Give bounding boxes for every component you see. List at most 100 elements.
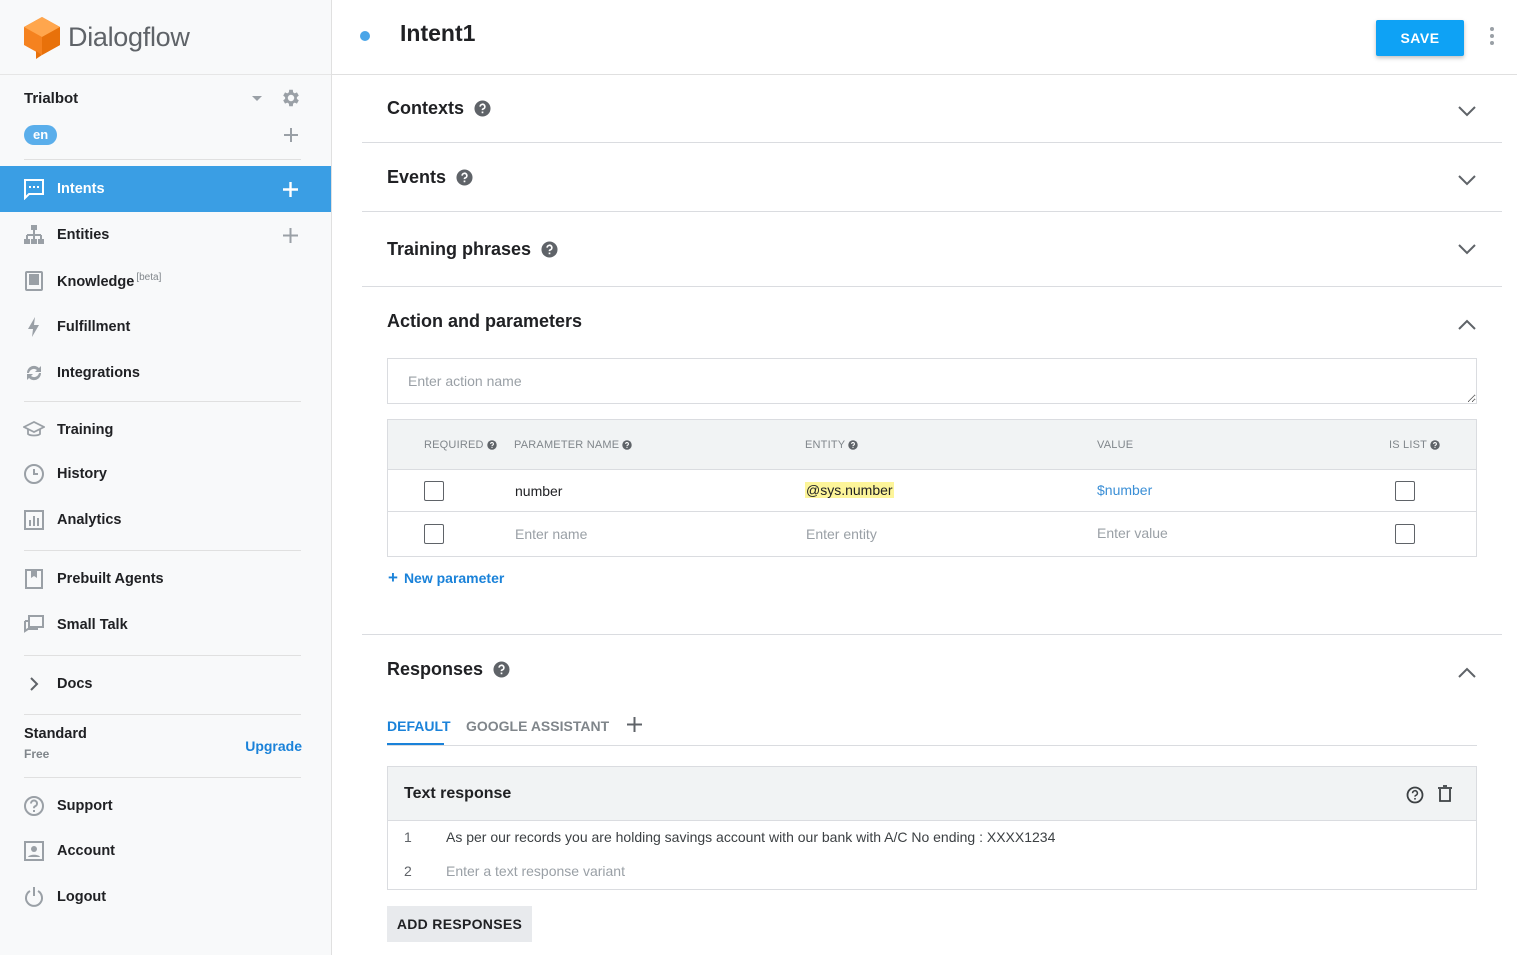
section-training-phrases[interactable]: Training phrases <box>387 236 558 262</box>
parameter-name-input[interactable]: Enter name <box>515 526 587 542</box>
tab-default[interactable]: DEFAULT <box>387 718 451 734</box>
sidebar-item-integrations[interactable]: Integrations <box>0 350 331 396</box>
help-icon[interactable] <box>493 660 510 678</box>
section-action-parameters[interactable]: Action and parameters <box>387 308 582 334</box>
add-responses-button[interactable]: ADD RESPONSES <box>387 906 532 942</box>
graduation-cap-icon <box>23 420 45 437</box>
sidebar-item-label: Prebuilt Agents <box>57 571 164 587</box>
chevron-down-icon[interactable] <box>1457 105 1477 117</box>
help-icon[interactable] <box>848 440 859 450</box>
save-button[interactable]: SAVE <box>1376 20 1464 56</box>
upgrade-link[interactable]: Upgrade <box>245 738 302 754</box>
section-title: Contexts <box>387 97 465 118</box>
section-title: Training phrases <box>387 238 532 259</box>
entity-input[interactable]: Enter entity <box>806 526 877 542</box>
column-label: ENTITY <box>805 439 846 451</box>
chat-bubble-icon <box>24 179 44 200</box>
sidebar-item-label: History <box>57 466 107 482</box>
sidebar-item-history[interactable]: History <box>0 451 331 497</box>
chevron-up-icon[interactable] <box>1457 667 1477 679</box>
chevron-up-icon[interactable] <box>1457 319 1477 331</box>
sidebar-item-label: Small Talk <box>57 617 128 633</box>
clock-icon <box>24 464 44 484</box>
text-response-title: Text response <box>404 785 512 802</box>
account-box-icon <box>24 841 44 861</box>
divider <box>24 714 301 715</box>
section-responses[interactable]: Responses <box>387 656 510 682</box>
help-icon[interactable] <box>541 240 558 258</box>
sidebar-item-training[interactable]: Training <box>0 407 331 453</box>
action-name-input[interactable] <box>387 358 1477 404</box>
value-cell[interactable]: $number <box>1097 482 1152 498</box>
column-label: IS LIST <box>1389 439 1428 451</box>
agent-name: Trialbot <box>24 89 79 107</box>
gear-icon[interactable] <box>280 87 302 109</box>
sidebar-item-intents[interactable]: Intents <box>0 166 331 212</box>
help-icon[interactable] <box>1430 440 1440 450</box>
language-chip[interactable]: en <box>24 125 58 145</box>
sidebar-item-fulfillment[interactable]: Fulfillment <box>0 304 331 350</box>
chevron-down-icon[interactable] <box>1457 174 1477 186</box>
text-response-card: Text response 1 As per our records you a… <box>387 766 1477 890</box>
entity-value: @sys.number <box>805 482 894 498</box>
sidebar-item-logout[interactable]: Logout <box>0 874 331 920</box>
add-platform-icon[interactable] <box>627 717 642 732</box>
caret-down-icon[interactable] <box>252 96 262 101</box>
section-title: Events <box>387 166 447 187</box>
text-response-header: Text response <box>388 767 1476 821</box>
question-circle-icon <box>24 796 44 816</box>
sidebar-item-label: Entities <box>57 227 110 243</box>
sidebar-item-docs[interactable]: Docs <box>0 661 331 707</box>
is-list-checkbox[interactable] <box>1395 481 1415 501</box>
response-tabs: DEFAULT GOOGLE ASSISTANT <box>387 714 1477 746</box>
required-checkbox[interactable] <box>424 481 444 501</box>
chevron-down-icon[interactable] <box>1457 243 1477 255</box>
sidebar-item-label: Logout <box>57 889 107 905</box>
active-tab-indicator <box>387 743 444 745</box>
value-input[interactable]: Enter value <box>1097 525 1168 541</box>
required-checkbox[interactable] <box>424 524 444 544</box>
section-events[interactable]: Events <box>387 164 473 190</box>
help-icon[interactable] <box>474 99 491 117</box>
sidebar-item-analytics[interactable]: Analytics <box>0 497 331 543</box>
sidebar-item-knowledge[interactable]: Knowledge [beta] <box>0 258 331 304</box>
add-intent-icon[interactable] <box>283 182 298 197</box>
divider <box>362 142 1502 143</box>
sidebar-item-prebuilt-agents[interactable]: Prebuilt Agents <box>0 556 331 602</box>
is-list-checkbox[interactable] <box>1395 524 1415 544</box>
divider <box>24 655 301 656</box>
parameter-name-cell[interactable]: number <box>515 483 562 499</box>
response-variant-input[interactable]: Enter a text response variant <box>446 863 625 879</box>
divider <box>362 286 1502 287</box>
response-index: 1 <box>404 829 412 845</box>
sidebar-item-entities[interactable]: Entities <box>0 212 331 258</box>
sidebar-item-label: Fulfillment <box>57 319 131 335</box>
sidebar-item-small-talk[interactable]: Small Talk <box>0 602 331 648</box>
add-language-icon[interactable] <box>284 128 298 142</box>
section-contexts[interactable]: Contexts <box>387 95 491 121</box>
help-icon[interactable] <box>486 440 497 450</box>
sidebar-item-account[interactable]: Account <box>0 828 331 874</box>
divider <box>24 777 301 778</box>
sidebar-item-label: Knowledge [beta] <box>57 272 161 290</box>
hierarchy-icon <box>24 225 44 244</box>
trash-icon[interactable] <box>1437 785 1453 803</box>
help-outline-icon[interactable] <box>1406 786 1424 804</box>
tab-google-assistant[interactable]: GOOGLE ASSISTANT <box>466 718 609 734</box>
add-entity-icon[interactable] <box>283 228 298 243</box>
sidebar-item-support[interactable]: Support <box>0 783 331 829</box>
help-icon[interactable] <box>456 168 473 186</box>
bookmark-box-icon <box>25 569 43 589</box>
column-label: REQUIRED <box>424 439 484 451</box>
agent-selector[interactable]: Trialbot <box>24 86 306 110</box>
intent-name[interactable]: Intent1 <box>400 20 475 47</box>
knowledge-label: Knowledge <box>57 273 135 290</box>
more-vertical-icon[interactable] <box>1488 25 1496 47</box>
column-label: PARAMETER NAME <box>514 439 620 451</box>
response-text[interactable]: As per our records you are holding savin… <box>446 829 1055 845</box>
new-parameter-button[interactable]: + New parameter <box>388 568 504 588</box>
entity-cell[interactable]: @sys.number <box>805 482 894 498</box>
dialogflow-logo-icon[interactable] <box>22 15 62 59</box>
plan-info: Standard Free Upgrade <box>24 726 304 768</box>
help-icon[interactable] <box>622 440 633 450</box>
